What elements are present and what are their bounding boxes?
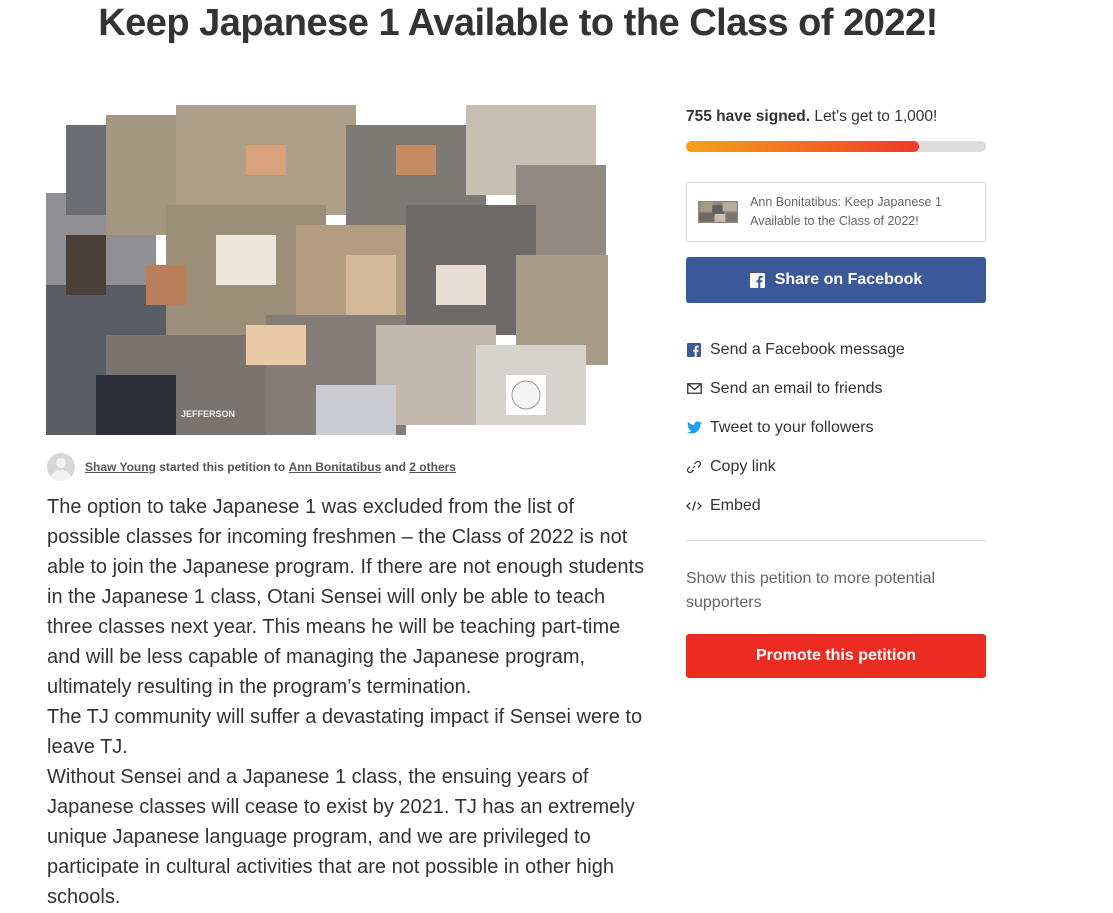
promote-petition-label: Promote this petition xyxy=(756,647,916,664)
share-tweet[interactable]: Tweet to your followers xyxy=(686,408,986,447)
author-link[interactable]: Shaw Young xyxy=(85,460,156,474)
share-email[interactable]: Send an email to friends xyxy=(686,369,986,408)
share-options-list: Send a Facebook message Send an email to… xyxy=(686,330,986,525)
preview-thumbnail xyxy=(698,201,739,223)
collage-shirt-text: JEFFERSON xyxy=(181,409,235,419)
copy-link[interactable]: Copy link xyxy=(686,447,986,486)
code-icon xyxy=(686,498,702,514)
divider xyxy=(686,540,986,541)
share-on-facebook-label: Share on Facebook xyxy=(774,271,923,288)
page-title: Keep Japanese 1 Available to the Class o… xyxy=(98,2,938,44)
avatar xyxy=(47,453,75,481)
signature-progress-bar xyxy=(686,141,986,152)
collage-photos xyxy=(46,105,608,435)
body-paragraph: Without Sensei and a Japanese 1 class, t… xyxy=(47,766,635,908)
embed-label: Embed xyxy=(710,496,761,514)
share-email-label: Send an email to friends xyxy=(710,379,883,397)
share-facebook-message-label: Send a Facebook message xyxy=(710,340,905,358)
author-mid-text: started this petition to xyxy=(159,460,286,474)
share-tweet-label: Tweet to your followers xyxy=(710,418,874,436)
signature-progress-fill xyxy=(686,141,919,152)
share-on-facebook-button[interactable]: Share on Facebook xyxy=(686,257,986,303)
promote-petition-button[interactable]: Promote this petition xyxy=(686,634,986,678)
recipient-link[interactable]: Ann Bonitatibus xyxy=(289,460,382,474)
envelope-icon xyxy=(686,381,702,397)
facebook-square-icon xyxy=(749,272,765,288)
petition-hero-image: JEFFERSON xyxy=(46,105,608,435)
promote-hint: Show this petition to more potential sup… xyxy=(686,570,936,611)
signature-count: 755 have signed. Let’s get to 1,000! xyxy=(686,108,937,126)
others-link[interactable]: 2 others xyxy=(409,460,456,474)
preview-card-text: Ann Bonitatibus: Keep Japanese 1 Availab… xyxy=(750,195,942,228)
body-paragraph: The option to take Japanese 1 was exclud… xyxy=(47,496,645,698)
twitter-bird-icon xyxy=(686,420,702,436)
facebook-square-icon xyxy=(686,342,702,358)
copy-link-label: Copy link xyxy=(710,457,776,475)
link-icon xyxy=(686,459,702,475)
petition-body: The option to take Japanese 1 was exclud… xyxy=(47,492,647,912)
petition-author-line: Shaw Young started this petition to Ann … xyxy=(47,453,456,481)
embed[interactable]: Embed xyxy=(686,486,986,525)
share-preview-card[interactable]: Ann Bonitatibus: Keep Japanese 1 Availab… xyxy=(686,182,986,242)
signed-count-text: 755 have signed. xyxy=(686,108,811,125)
author-and-text: and xyxy=(384,460,406,474)
signed-goal-text: Let’s get to 1,000! xyxy=(814,108,938,125)
body-paragraph: The TJ community will suffer a devastati… xyxy=(47,706,643,758)
share-facebook-message[interactable]: Send a Facebook message xyxy=(686,330,986,369)
